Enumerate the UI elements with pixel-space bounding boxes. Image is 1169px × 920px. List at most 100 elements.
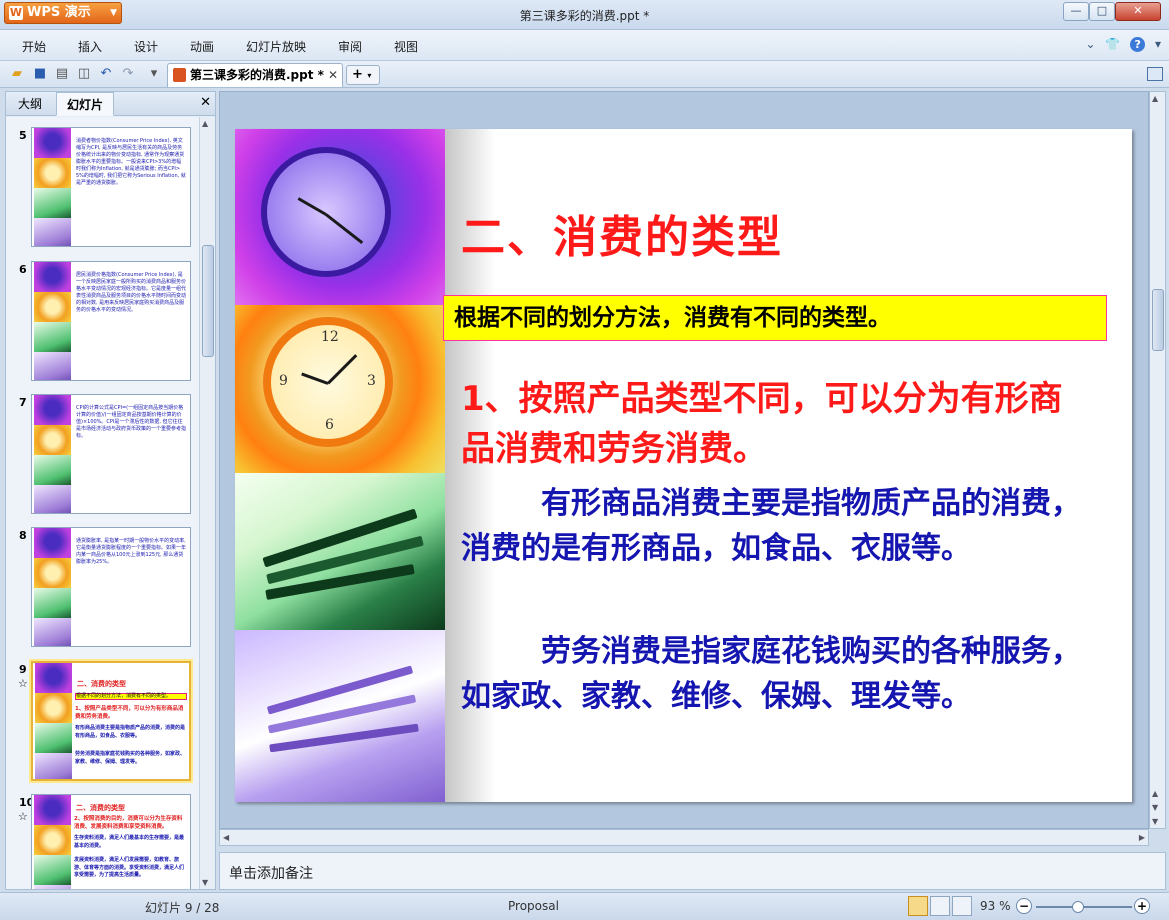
print-icon[interactable]: ▤ — [54, 66, 70, 82]
save-icon[interactable]: ■ — [32, 66, 48, 82]
thumbnail-point: 1、按照产品类型不同，可以分为有形商品消费和劳务消费。 — [75, 706, 184, 720]
thumbnail-text: CPI的计算公式是CPI=(一组固定商品按当期价格计算的价值)/(一组固定商品按… — [76, 405, 187, 439]
zoom-in-button[interactable]: + — [1134, 898, 1150, 914]
thumbnail-para: 发展资料消费，满足人们发展需要，如教育、旅游、体育等方面的消费。享受资料消费，满… — [74, 857, 185, 878]
print-preview-icon[interactable]: ◫ — [76, 66, 92, 82]
intro-text-box[interactable]: 根据不同的划分方法，消费有不同的类型。 — [443, 295, 1107, 341]
close-tab-icon[interactable]: ✕ — [328, 64, 338, 86]
chevron-down-icon[interactable]: ⌄ — [1085, 37, 1095, 51]
slide-thumbnail[interactable]: 二、消费的类型 根据不同的划分方法，消费有不同的类型。 1、按照产品类型不同，可… — [31, 661, 191, 781]
template-name: Proposal — [508, 899, 559, 913]
slide-title[interactable]: 二、消费的类型 — [461, 201, 783, 265]
thumbnail-item[interactable]: 8 通货膨胀率, 是指某一时期一般物价水平的变动率, 它是衡量通货膨胀程度的一个… — [6, 523, 199, 647]
slide-number: 9 — [19, 663, 27, 676]
scroll-down-icon[interactable]: ▼ — [202, 878, 208, 887]
scroll-up-icon[interactable]: ▲ — [202, 119, 208, 128]
tangible-goods-paragraph[interactable]: 有形商品消费主要是指物质产品的消费，消费的是有形商品，如食品、衣服等。 — [461, 481, 1081, 571]
scroll-left-icon[interactable]: ◀ — [223, 833, 229, 842]
menu-design[interactable]: 设计 — [134, 38, 158, 55]
services-paragraph[interactable]: 劳务消费是指家庭花钱购买的各种服务，如家政、家教、维修、保姆、理发等。 — [461, 629, 1081, 719]
close-panel-icon[interactable]: ✕ — [200, 95, 211, 110]
thumbnail-title: 二、消费的类型 — [77, 680, 126, 688]
thumbnail-para: 生存资料消费，满足人们最基本的生存需要，是最基本的消费。 — [74, 835, 185, 849]
menu-view[interactable]: 视图 — [394, 38, 418, 55]
help-icon[interactable]: ? — [1130, 37, 1146, 52]
slideshow-button[interactable] — [952, 896, 972, 916]
maximize-button[interactable]: □ — [1089, 2, 1115, 21]
thumbnail-list: 5 消费者物价指数(Consumer Price Index), 英文缩写为CP… — [6, 117, 199, 889]
minimize-button[interactable]: — — [1063, 2, 1089, 21]
photo-strip: 12 3 6 9 — [235, 129, 445, 802]
slide-number: 7 — [19, 396, 27, 409]
slide-number: 8 — [19, 529, 27, 542]
menu-insert[interactable]: 插入 — [78, 38, 102, 55]
ribbon-options-icon[interactable]: ▾ — [1155, 37, 1161, 51]
thumbnail-para: 有形商品消费主要是指物质产品的消费，消费的是有形商品，如食品、衣服等。 — [75, 725, 186, 739]
previous-slide-icon[interactable]: ▲ — [1152, 789, 1158, 798]
purple-clock-image — [235, 129, 445, 305]
editor-vertical-scrollbar[interactable]: ▲ ▲ ▼ ▼ — [1149, 91, 1166, 829]
thumbnail-point: 2、按照消费的目的，消费可以分为生存资料消费、发展资料消费和享受资料消费。 — [74, 816, 183, 830]
clock-icon — [261, 147, 391, 277]
slide-thumbnail[interactable]: CPI的计算公式是CPI=(一组固定商品按当期价格计算的价值)/(一组固定商品按… — [31, 394, 191, 514]
zoom-slider[interactable] — [1036, 906, 1132, 908]
status-bar: 幻灯片 9 / 28 Proposal 93 % − + — [0, 892, 1169, 920]
panel-tabs: 大纲 幻灯片 ✕ — [6, 92, 215, 116]
thumbnail-image-strip — [34, 262, 71, 380]
thumbnail-text: 消费者物价指数(Consumer Price Index), 英文缩写为CPI,… — [76, 138, 186, 186]
slide-sorter-button[interactable] — [930, 896, 950, 916]
thumbnail-item[interactable]: 6 居民消费价格指数(Consumer Price Index), 是一个反映居… — [6, 257, 199, 381]
tab-outline[interactable]: 大纲 — [8, 92, 52, 116]
orange-clock-image: 12 3 6 9 — [235, 305, 445, 473]
zoom-out-button[interactable]: − — [1016, 898, 1032, 914]
thumbnail-text: 居民消费价格指数(Consumer Price Index), 是一个反映居民家… — [76, 272, 187, 313]
thumbnail-image-strip — [35, 663, 72, 779]
skin-icon[interactable]: 👕 — [1105, 37, 1120, 51]
tab-slides[interactable]: 幻灯片 — [56, 92, 115, 116]
thumbnail-title: 二、消费的类型 — [76, 804, 125, 812]
scroll-up-icon[interactable]: ▲ — [1152, 94, 1158, 103]
purple-papers-image — [235, 630, 445, 802]
thumbnail-item[interactable]: 10 ☆ 二、消费的类型 2、按照消费的目的，消费可以分为生存资料消费、发展资料… — [6, 790, 199, 889]
redo-icon[interactable]: ↷ — [120, 66, 136, 82]
thumbnail-item[interactable]: 7 CPI的计算公式是CPI=(一组固定商品按当期价格计算的价值)/(一组固定商… — [6, 390, 199, 514]
thumbnail-item-selected[interactable]: 9 ☆ 二、消费的类型 根据不同的划分方法，消费有不同的类型。 1、按照产品类型… — [6, 657, 199, 781]
thumbnail-para: 劳务消费是指家庭花钱购买的各种服务，如家政、家教、维修、保姆、理发等。 — [75, 751, 186, 765]
next-slide-icon[interactable]: ▼ — [1152, 803, 1158, 812]
slide-thumbnail[interactable]: 居民消费价格指数(Consumer Price Index), 是一个反映居民家… — [31, 261, 191, 381]
slide-thumbnail[interactable]: 二、消费的类型 2、按照消费的目的，消费可以分为生存资料消费、发展资料消费和享受… — [31, 794, 191, 889]
scroll-down-icon[interactable]: ▼ — [1152, 817, 1158, 826]
slide-indicator: 幻灯片 9 / 28 — [145, 901, 220, 915]
customize-toolbar-icon[interactable]: ▾ — [146, 66, 162, 82]
window-title: 第三课多彩的消费.ppt * — [519, 9, 650, 23]
panel-toggle-icon[interactable] — [1147, 67, 1163, 81]
thumbnail-scrollbar[interactable]: ▲ ▼ — [199, 117, 215, 889]
menu-bar: 开始 插入 设计 动画 幻灯片放映 审阅 视图 ⌄ 👕 ? ▾ — [0, 30, 1169, 61]
zoom-slider-handle[interactable] — [1072, 901, 1084, 913]
scrollbar-thumb[interactable] — [202, 245, 214, 357]
menu-animation[interactable]: 动画 — [190, 38, 214, 55]
scroll-right-icon[interactable]: ▶ — [1139, 833, 1145, 842]
close-button[interactable]: ✕ — [1115, 2, 1161, 21]
new-tab-button[interactable]: + ▾ — [346, 65, 380, 85]
normal-view-button[interactable] — [908, 896, 928, 916]
slide-number: 5 — [19, 129, 27, 142]
slide-thumbnail[interactable]: 通货膨胀率, 是指某一时期一般物价水平的变动率, 它是衡量通货膨胀程度的一个重要… — [31, 527, 191, 647]
animation-star-icon: ☆ — [18, 677, 28, 690]
menu-right-tools: ⌄ 👕 ? ▾ — [1079, 37, 1161, 52]
slides-panel: 大纲 幻灯片 ✕ 5 消费者物价指数(Consumer Price Index)… — [5, 91, 216, 890]
notes-field[interactable]: 单击添加备注 — [219, 852, 1166, 890]
menu-slideshow[interactable]: 幻灯片放映 — [246, 38, 306, 55]
point-1-text[interactable]: 1、按照产品类型不同，可以分为有形商品消费和劳务消费。 — [461, 374, 1091, 474]
menu-home[interactable]: 开始 — [22, 38, 46, 55]
document-tab[interactable]: 第三课多彩的消费.ppt * ✕ — [167, 63, 343, 87]
slide-canvas[interactable]: 12 3 6 9 二、消费的类型 根据不同的划分方法，消费有不同的类型。 1、按… — [235, 129, 1132, 802]
thumbnail-text: 通货膨胀率, 是指某一时期一般物价水平的变动率, 它是衡量通货膨胀程度的一个重要… — [76, 538, 187, 565]
editor-horizontal-scrollbar[interactable]: ◀ ▶ — [219, 829, 1149, 846]
scrollbar-thumb[interactable] — [1152, 289, 1164, 351]
slide-thumbnail[interactable]: 消费者物价指数(Consumer Price Index), 英文缩写为CPI,… — [31, 127, 191, 247]
menu-review[interactable]: 审阅 — [338, 38, 362, 55]
undo-icon[interactable]: ↶ — [98, 66, 114, 82]
thumbnail-item[interactable]: 5 消费者物价指数(Consumer Price Index), 英文缩写为CP… — [6, 123, 199, 247]
open-icon[interactable]: ▰ — [9, 66, 25, 82]
